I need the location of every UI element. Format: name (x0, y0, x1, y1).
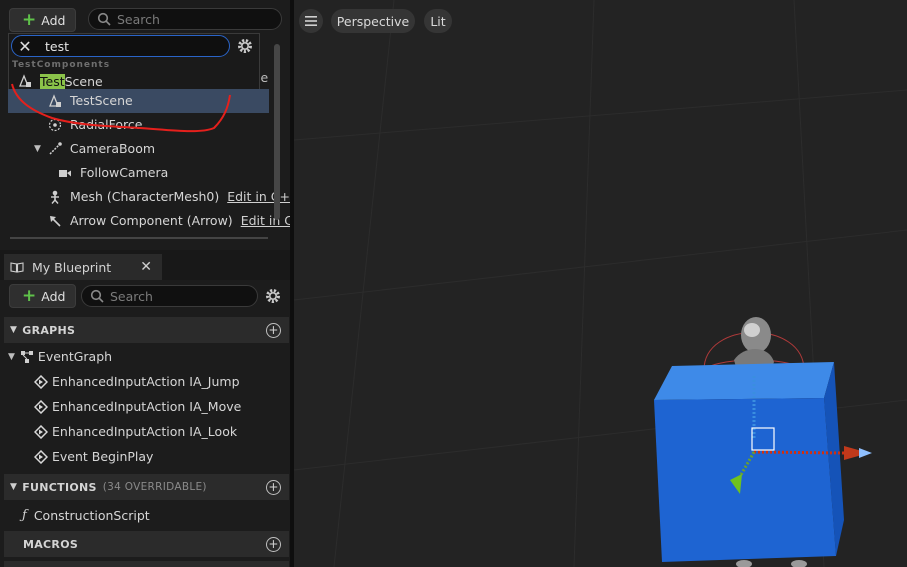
component-filter-input[interactable]: ✕ test (11, 35, 230, 57)
close-icon[interactable]: ✕ (140, 259, 152, 275)
plus-icon: + (22, 9, 37, 30)
scene-component-icon (19, 74, 31, 87)
tab-title: My Blueprint (32, 259, 112, 275)
skeletal-mesh-icon (51, 190, 59, 204)
item-label: Mesh (CharacterMesh0) (70, 189, 220, 204)
event-graph-icon (20, 350, 33, 363)
item-label: EnhancedInputAction IA_Look (52, 424, 238, 439)
section-title: GRAPHS (22, 323, 76, 337)
section-title: FUNCTIONS (22, 480, 97, 494)
search-placeholder: Search (110, 288, 153, 304)
arrow-icon (50, 215, 61, 227)
add-label: Add (41, 288, 66, 304)
add-macro-icon[interactable]: + (266, 536, 281, 552)
item-label: RadialForce (70, 117, 143, 132)
collapse-arrow-icon[interactable]: ▼ (10, 325, 17, 335)
blueprint-add-button[interactable]: + Add (9, 284, 76, 308)
add-function-icon[interactable]: + (266, 479, 281, 495)
item-label: Event BeginPlay (52, 449, 154, 464)
camera-icon (59, 169, 71, 177)
item-label: CameraBoom (69, 141, 156, 156)
section-macros[interactable]: MACROS + (4, 531, 289, 557)
tree-item-arrow[interactable]: Arrow Component (Arrow) Edit in C (48, 213, 293, 228)
expand-arrow-icon[interactable]: ▼ (34, 144, 41, 154)
item-label: TestScene (70, 93, 133, 108)
clear-icon[interactable]: ✕ (16, 37, 34, 56)
add-label: Add (41, 12, 66, 28)
character-preview (654, 317, 872, 567)
tree-item-followcamera[interactable]: FollowCamera (58, 165, 168, 180)
spring-arm-icon (49, 141, 62, 155)
lighting-mode-button[interactable]: Lit (424, 9, 452, 33)
collapse-arrow-icon[interactable]: ▼ (10, 482, 17, 492)
event-graph-item[interactable]: ▼ EventGraph (8, 349, 112, 364)
left-panel: + Add Search le ✕ test TestComponents Te… (0, 0, 293, 567)
event-item[interactable]: Event BeginPlay (34, 449, 153, 464)
edit-in-cpp-link[interactable]: Edit in C (241, 213, 293, 228)
construction-script-item[interactable]: ƒ ConstructionScript (22, 508, 150, 523)
component-result-testscene[interactable]: Test Scene (18, 73, 103, 89)
scene-component-icon (49, 93, 61, 107)
section-functions[interactable]: ▼ FUNCTIONS (34 OVERRIDABLE) + (4, 474, 289, 500)
section-graphs[interactable]: ▼ GRAPHS + (4, 317, 289, 343)
tree-item-mesh[interactable]: Mesh (CharacterMesh0) Edit in C+ (48, 189, 290, 204)
radial-force-icon (48, 118, 62, 131)
event-diamond-icon (34, 424, 48, 439)
search-icon (90, 289, 104, 303)
hamburger-icon (305, 16, 317, 26)
item-label: Arrow Component (Arrow) (70, 213, 233, 228)
components-add-button[interactable]: + Add (9, 8, 76, 32)
plus-icon: + (22, 285, 37, 306)
gear-icon[interactable] (264, 287, 282, 305)
edit-in-cpp-link[interactable]: Edit in C+ (227, 189, 290, 204)
event-diamond-icon (34, 374, 48, 389)
section-title: MACROS (23, 537, 79, 551)
tab-my-blueprint[interactable]: My Blueprint ✕ (4, 254, 162, 280)
item-label: ConstructionScript (33, 508, 150, 523)
overridable-count: (34 OVERRIDABLE) (102, 481, 207, 493)
item-label: EventGraph (37, 349, 113, 364)
components-hscroll[interactable] (10, 237, 268, 239)
filter-value: test (45, 38, 70, 54)
add-graph-icon[interactable]: + (266, 322, 281, 338)
gear-icon[interactable] (236, 37, 254, 55)
result-rest: Scene (64, 73, 103, 89)
event-item[interactable]: EnhancedInputAction IA_Look (34, 424, 237, 439)
item-label: EnhancedInputAction IA_Jump (52, 374, 240, 389)
category-label: TestComponents (12, 60, 111, 70)
item-label: FollowCamera (80, 165, 169, 180)
tree-item-cameraboom[interactable]: ▼ CameraBoom (34, 141, 155, 156)
components-scrollbar[interactable] (274, 44, 280, 220)
event-item[interactable]: EnhancedInputAction IA_Jump (34, 374, 240, 389)
view-mode-button[interactable]: Perspective (331, 9, 415, 33)
function-icon: ƒ (22, 508, 27, 523)
event-diamond-icon (34, 399, 48, 414)
tree-item-testscene[interactable]: TestScene (48, 93, 133, 108)
search-icon (97, 12, 111, 26)
event-diamond-icon (34, 449, 48, 464)
item-label: EnhancedInputAction IA_Move (52, 399, 242, 414)
event-item[interactable]: EnhancedInputAction IA_Move (34, 399, 241, 414)
viewport-options-button[interactable] (299, 9, 323, 33)
expand-arrow-icon[interactable]: ▼ (8, 352, 15, 362)
viewport[interactable]: Perspective Lit (294, 0, 907, 567)
tree-item-radialforce[interactable]: RadialForce (48, 117, 142, 132)
book-icon (10, 262, 24, 273)
search-placeholder: Search (117, 11, 160, 27)
components-search-input[interactable]: Search (88, 8, 282, 30)
result-highlight: Test (40, 73, 65, 89)
blueprint-search-input[interactable]: Search (81, 285, 258, 307)
section-divider (4, 561, 289, 567)
